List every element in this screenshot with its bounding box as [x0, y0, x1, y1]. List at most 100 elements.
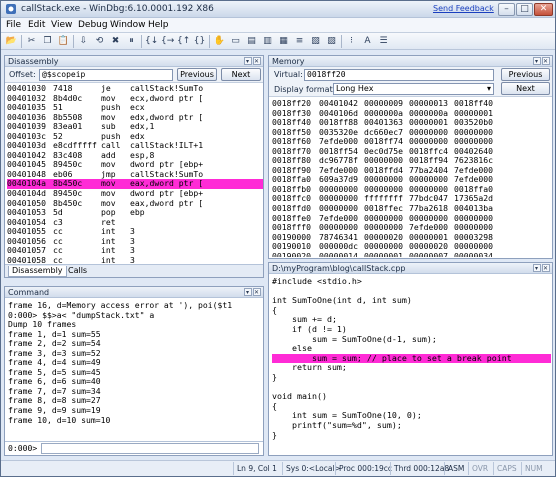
memory-listing[interactable]: 0018ff20 00401042 00000009 00000013 0018ff40…	[272, 99, 552, 257]
memory-row[interactable]: 0018ff40 0018ff88 00401363 00000001 003520b0	[272, 118, 552, 128]
memory-row[interactable]: 0018ff30 0040106d 0000000a 0000000a 00000001	[272, 109, 552, 119]
source-line[interactable]: int sum = SumToOne(10, 0);	[272, 411, 551, 421]
memory-row[interactable]: 0018ff70 0018ff54 0ec0d75e 0018ffc4 00402640	[272, 147, 552, 157]
pane-menu-icon[interactable]: ▾	[244, 57, 252, 65]
disassembly-row[interactable]: 00401042 83c408 add esp,8	[7, 151, 263, 161]
pane-close-icon[interactable]: ✕	[253, 288, 261, 296]
next-button[interactable]: Next	[221, 68, 261, 81]
disassembly-row[interactable]: 00401050 8b450c mov eax,dword ptr [	[7, 199, 263, 209]
cut-icon[interactable]: ✂	[25, 35, 38, 47]
menu-help[interactable]: Help	[148, 20, 169, 30]
source-line[interactable]: return sum;	[272, 363, 551, 373]
disassembly-row[interactable]: 00401057 cc int 3	[7, 246, 263, 256]
step-over-icon[interactable]: {→	[161, 35, 174, 47]
source-line[interactable]: sum += d;	[272, 315, 551, 325]
memory-row[interactable]: 0018ff80 dc96778f 00000000 0018ff94 7623816c	[272, 156, 552, 166]
current-source-line[interactable]: sum = sum; // place to set a break point	[272, 353, 551, 364]
break-icon[interactable]: ⏸	[125, 35, 138, 47]
disassembly-row[interactable]: 00401036 8b5508 mov edx,dword ptr [	[7, 113, 263, 123]
maximize-button[interactable]: □	[516, 3, 533, 16]
source-line[interactable]: sum = SumToOne(d-1, sum);	[272, 335, 551, 345]
step-out-icon[interactable]: {↑	[177, 35, 190, 47]
source-line[interactable]: #include <stdio.h>	[272, 277, 551, 287]
menu-file[interactable]: File	[6, 20, 21, 30]
disassembly-row[interactable]: 00401048 eb06 jmp callStack!SumTo	[7, 170, 263, 180]
disassembly-row[interactable]: 0040103c 52 push edx	[7, 132, 263, 142]
memory-row[interactable]: 0018fff0 00000000 00000000 7efde000 00000000	[272, 223, 552, 233]
memory-row[interactable]: 00190010 000000dc 00000000 00000020 00000000	[272, 242, 552, 252]
memory-row[interactable]: 00190000 78746341 00000020 00000001 00003298	[272, 233, 552, 243]
memory-previous-button[interactable]: Previous	[501, 68, 550, 81]
go-icon[interactable]: ⇩	[77, 35, 90, 47]
memory-next-button[interactable]: Next	[501, 82, 550, 95]
disassembly-row[interactable]: 00401030 7418 je callStack!SumTo	[7, 84, 263, 94]
source-mode-icon[interactable]: ⁝	[345, 35, 358, 47]
registers-icon[interactable]: ▥	[261, 35, 274, 47]
source-line[interactable]: if (d != 1)	[272, 325, 551, 335]
pane-close-icon[interactable]: ✕	[542, 57, 550, 65]
pane-menu-icon[interactable]: ▾	[244, 288, 252, 296]
options-icon[interactable]: ☰	[377, 35, 390, 47]
source-line[interactable]: }	[272, 373, 551, 383]
menu-debug[interactable]: Debug	[78, 20, 108, 30]
menu-view[interactable]: View	[51, 20, 72, 30]
tab-disassembly[interactable]: Disassembly	[8, 266, 67, 277]
disassembly-row[interactable]: 00401045 89450c mov dword ptr [ebp+	[7, 160, 263, 170]
source-line[interactable]: {	[272, 402, 551, 412]
memory-row[interactable]: 0018ff50 0035320e dc660ec7 00000000 00000000	[272, 128, 552, 138]
source-line[interactable]: int SumToOne(int d, int sum)	[272, 296, 551, 306]
memory-row[interactable]: 0018ff20 00401042 00000009 00000013 0018ff40	[272, 99, 552, 109]
memory-row[interactable]: 0018ff60 7efde000 0018ff74 00000000 00000000	[272, 137, 552, 147]
open-icon[interactable]: 📂	[5, 35, 18, 47]
source-code-view[interactable]: #include <stdio.h> int SumToOne(int d, in…	[272, 277, 551, 453]
run-to-cursor-icon[interactable]: {}	[193, 35, 206, 47]
display-format-select[interactable]: Long Hex ▾	[333, 83, 494, 95]
memory-row[interactable]: 0018ffd0 00000000 0018ffec 77ba2618 004013ba	[272, 204, 552, 214]
disassembly-listing[interactable]: 00401030 7418 je callStack!SumTo 00401032 8b4…	[7, 84, 263, 265]
memory-row[interactable]: 0018ffb0 00000000 00000000 00000000 0018ffa0	[272, 185, 552, 195]
virtual-address-input[interactable]: 0018ff20	[304, 69, 494, 81]
stop-icon[interactable]: ✖	[109, 35, 122, 47]
source-line[interactable]: }	[272, 431, 551, 441]
scratch-icon[interactable]: ▨	[325, 35, 338, 47]
step-into-icon[interactable]: {↓	[145, 35, 158, 47]
memory-icon[interactable]: ▦	[277, 35, 290, 47]
close-button[interactable]: ✕	[534, 3, 553, 16]
disassembly-row[interactable]: 00401056 cc int 3	[7, 237, 263, 247]
source-line[interactable]	[272, 287, 551, 297]
font-icon[interactable]: A	[361, 35, 374, 47]
source-line[interactable]: printf("sum=%d", sum);	[272, 421, 551, 431]
menu-edit[interactable]: Edit	[28, 20, 45, 30]
disassembly-row[interactable]: 0040104d 89450c mov dword ptr [ebp+	[7, 189, 263, 199]
memory-row[interactable]: 0018ffc0 00000000 ffffffff 77bdc047 17365a2d	[272, 194, 552, 204]
pane-close-icon[interactable]: ✕	[253, 57, 261, 65]
offset-input[interactable]: @$scopeip	[39, 69, 173, 81]
copy-icon[interactable]: ❐	[41, 35, 54, 47]
source-line[interactable]: {	[272, 306, 551, 316]
disassembly-row[interactable]: 00401032 8b4d0c mov ecx,dword ptr [	[7, 94, 263, 104]
source-line[interactable]: void main()	[272, 392, 551, 402]
locals-icon[interactable]: ▤	[245, 35, 258, 47]
pane-close-icon[interactable]: ✕	[542, 264, 550, 272]
restart-icon[interactable]: ⟲	[93, 35, 106, 47]
watch-icon[interactable]: ▭	[229, 35, 242, 47]
disassembly-row[interactable]: 00401053 5d pop ebp	[7, 208, 263, 218]
memory-row[interactable]: 0018ffe0 7efde000 00000000 00000000 00000000	[272, 214, 552, 224]
command-icon[interactable]: ✋	[213, 35, 226, 47]
disassembly-row[interactable]: 0040104a 8b450c mov eax,dword ptr [	[7, 179, 263, 190]
pane-menu-icon[interactable]: ▾	[533, 264, 541, 272]
callstack-icon[interactable]: ≡	[293, 35, 306, 47]
disassembly-row[interactable]: 0040103d e8cdfffff call callStack!ILT+1	[7, 141, 263, 151]
command-input[interactable]	[41, 443, 259, 454]
previous-button[interactable]: Previous	[177, 68, 217, 81]
disassembly-row[interactable]: 00401055 cc int 3	[7, 227, 263, 237]
source-line[interactable]	[272, 383, 551, 393]
source-line[interactable]: else	[272, 344, 551, 354]
disassembly-row[interactable]: 00401039 83ea01 sub edx,1	[7, 122, 263, 132]
pane-menu-icon[interactable]: ▾	[533, 57, 541, 65]
memory-row[interactable]: 0018ff90 7efde000 0018ffd4 77ba2404 7efde000	[272, 166, 552, 176]
disassembly-row[interactable]: 00401054 c3 ret	[7, 218, 263, 228]
tab-calls[interactable]: Calls	[65, 266, 90, 277]
minimize-button[interactable]: –	[498, 3, 515, 16]
disassembly-row[interactable]: 00401035 51 push ecx	[7, 103, 263, 113]
